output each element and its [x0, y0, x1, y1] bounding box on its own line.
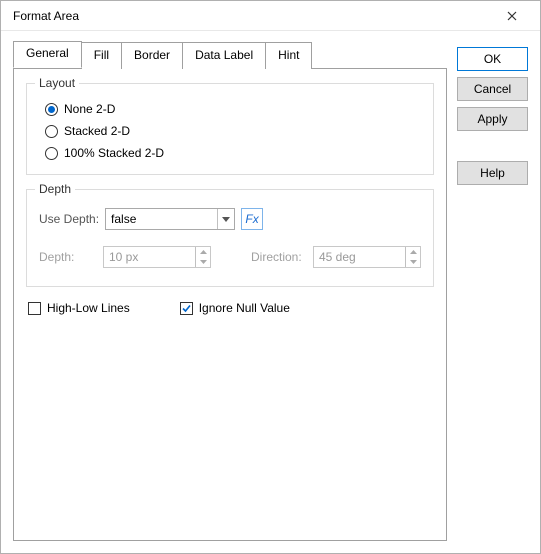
fx-button[interactable]: Fx [241, 208, 263, 230]
depth-legend: Depth [35, 182, 75, 196]
chevron-up-icon [406, 247, 420, 257]
close-button[interactable] [492, 2, 532, 30]
cancel-button[interactable]: Cancel [457, 77, 528, 101]
spinner-buttons[interactable] [195, 247, 210, 267]
ok-button[interactable]: OK [457, 47, 528, 71]
apply-button[interactable]: Apply [457, 107, 528, 131]
depth-label: Depth: [39, 250, 103, 264]
radio-none-2d-label: None 2-D [64, 102, 115, 116]
check-icon [181, 303, 192, 314]
use-depth-combo[interactable]: false [105, 208, 235, 230]
depth-group: Depth Use Depth: false Fx [26, 189, 434, 287]
radio-stacked-2d[interactable] [45, 125, 58, 138]
direction-label: Direction: [251, 250, 313, 264]
use-depth-label: Use Depth: [39, 212, 99, 226]
radio-100-stacked-2d-label: 100% Stacked 2-D [64, 146, 164, 160]
direction-spinner[interactable]: 45 deg [313, 246, 421, 268]
use-depth-value: false [111, 212, 136, 226]
checkbox-high-low-lines[interactable] [28, 302, 41, 315]
ignore-null-value-label: Ignore Null Value [199, 301, 290, 315]
depth-value: 10 px [109, 250, 138, 264]
titlebar: Format Area [1, 1, 540, 31]
tab-panel-general: Layout None 2-D Stacked 2-D 100% Stacked… [13, 68, 447, 541]
format-area-dialog: Format Area General Fill Border Data Lab… [0, 0, 541, 554]
tab-general[interactable]: General [13, 41, 82, 68]
depth-spinner[interactable]: 10 px [103, 246, 211, 268]
layout-legend: Layout [35, 76, 79, 90]
tab-data-label[interactable]: Data Label [182, 42, 266, 69]
layout-group: Layout None 2-D Stacked 2-D 100% Stacked… [26, 83, 434, 175]
radio-stacked-2d-label: Stacked 2-D [64, 124, 130, 138]
direction-value: 45 deg [319, 250, 356, 264]
checkbox-ignore-null-value[interactable] [180, 302, 193, 315]
radio-100-stacked-2d[interactable] [45, 147, 58, 160]
high-low-lines-label: High-Low Lines [47, 301, 130, 315]
chevron-down-icon [196, 257, 210, 267]
chevron-down-icon [217, 209, 234, 229]
radio-none-2d[interactable] [45, 103, 58, 116]
chevron-up-icon [196, 247, 210, 257]
spinner-buttons[interactable] [405, 247, 420, 267]
dialog-title: Format Area [9, 9, 492, 23]
help-button[interactable]: Help [457, 161, 528, 185]
tab-strip: General Fill Border Data Label Hint [13, 41, 447, 68]
close-icon [507, 11, 517, 21]
tab-hint[interactable]: Hint [265, 42, 312, 69]
tab-border[interactable]: Border [121, 42, 183, 69]
tab-fill[interactable]: Fill [81, 42, 122, 69]
fx-label: Fx [245, 212, 258, 226]
chevron-down-icon [406, 257, 420, 267]
